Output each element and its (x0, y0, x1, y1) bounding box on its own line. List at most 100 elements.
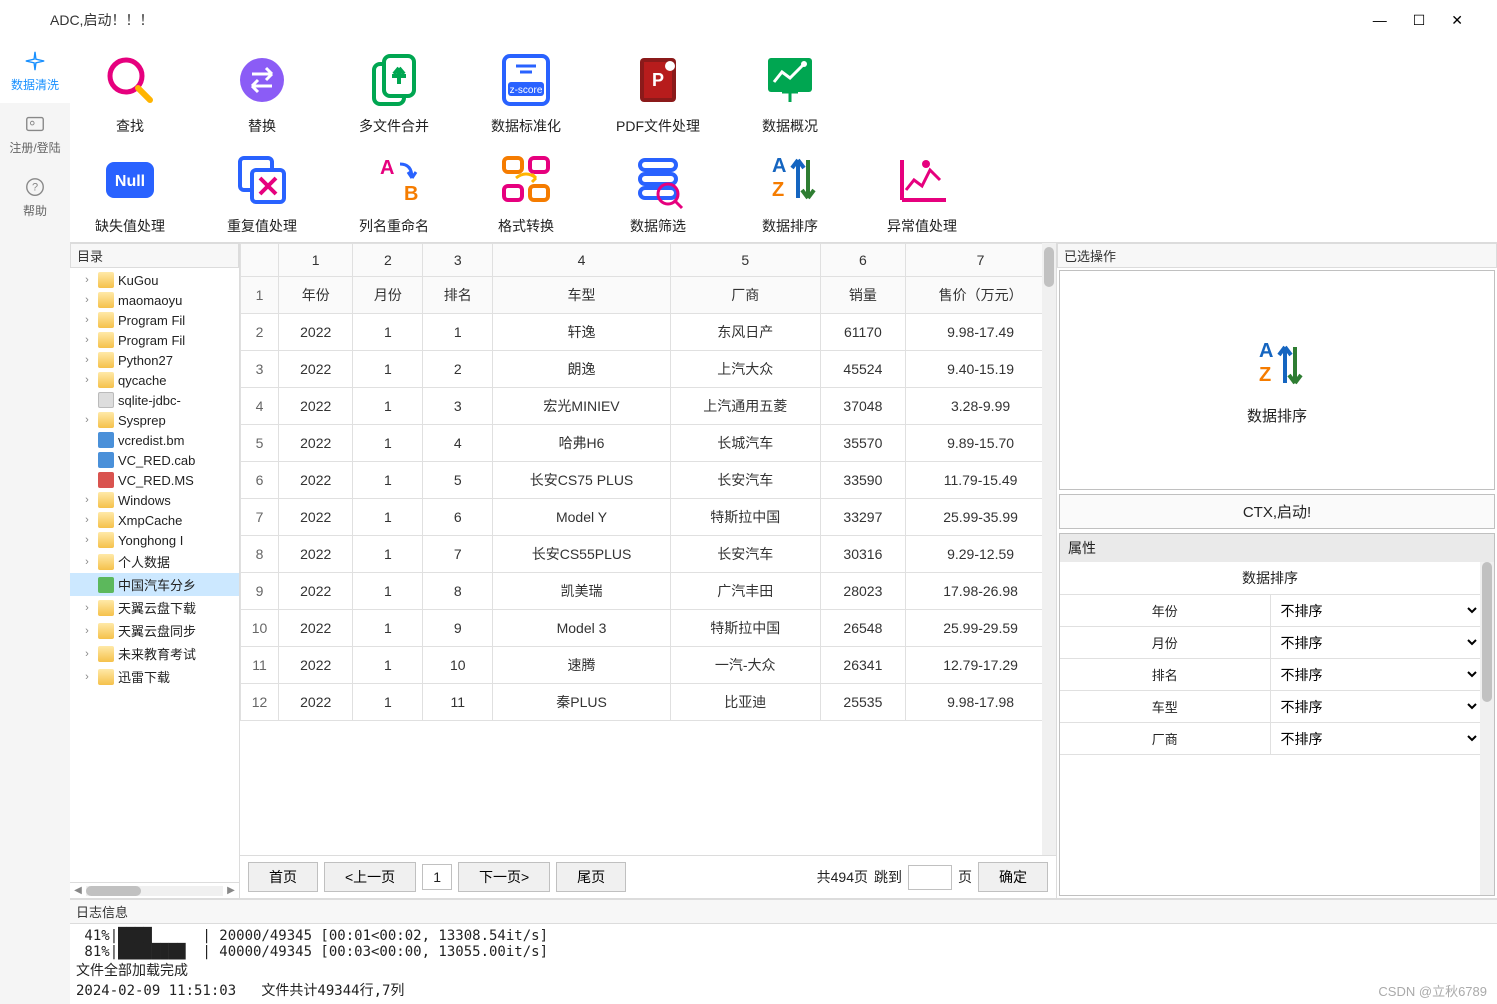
tree-item[interactable]: ›Yonghong I (70, 530, 239, 550)
property-select[interactable]: 不排序 (1271, 723, 1481, 754)
table-row[interactable]: 10202219Model 3特斯拉中国2654825.99-29.59 (241, 610, 1056, 647)
sidebar-item-login[interactable]: 注册/登陆 (0, 103, 70, 166)
sidebar-item-data-cleaning[interactable]: 数据清洗 (0, 40, 70, 103)
table-cell: 1 (353, 462, 423, 499)
properties-vscrollbar[interactable] (1480, 562, 1494, 895)
ribbon-merge-files[interactable]: 多文件合并 (354, 50, 434, 136)
ctx-launch-button[interactable]: CTX,启动! (1059, 494, 1495, 529)
tree-item[interactable]: ›KuGou (70, 270, 239, 290)
ribbon-dedup[interactable]: 重复值处理 (222, 150, 302, 236)
ribbon-sort[interactable]: AZ数据排序 (750, 150, 830, 236)
col-header[interactable]: 厂商 (670, 277, 820, 314)
svg-text:A: A (772, 155, 786, 177)
table-cell: 2022 (279, 388, 353, 425)
col-header[interactable]: 售价（万元） (906, 277, 1056, 314)
col-header[interactable]: 月份 (353, 277, 423, 314)
table-row[interactable]: 8202217长安CS55PLUS长安汽车303169.29-12.59 (241, 536, 1056, 573)
table-row[interactable]: 3202212朗逸上汽大众455249.40-15.19 (241, 351, 1056, 388)
col-header[interactable]: 排名 (423, 277, 493, 314)
tree-item[interactable]: ›迅雷下载 (70, 665, 239, 688)
tree-item[interactable]: ›未来教育考试 (70, 642, 239, 665)
jump-ok-button[interactable]: 确定 (978, 862, 1048, 892)
tree-item[interactable]: ›Sysprep (70, 410, 239, 430)
ribbon-overview[interactable]: 数据概况 (750, 50, 830, 136)
table-cell: Model 3 (493, 610, 671, 647)
table-cell: 11 (423, 684, 493, 721)
ribbon-pdf[interactable]: PPDF文件处理 (618, 50, 698, 136)
property-select[interactable]: 不排序 (1271, 659, 1481, 690)
selected-operation-label: 数据排序 (1247, 405, 1307, 426)
table-vscrollbar[interactable] (1042, 243, 1056, 855)
minimize-button[interactable]: — (1373, 12, 1387, 29)
properties-header: 属性 (1060, 534, 1494, 562)
sort-icon: AZ (760, 150, 820, 210)
last-page-button[interactable]: 尾页 (556, 862, 626, 892)
next-page-button[interactable]: 下一页> (458, 862, 550, 892)
total-pages-label: 共494页 (817, 867, 868, 887)
tree-item[interactable]: ›天翼云盘同步 (70, 619, 239, 642)
table-cell: 2022 (279, 351, 353, 388)
tree-item[interactable]: ›XmpCache (70, 510, 239, 530)
ribbon-zscore[interactable]: z-score数据标准化 (486, 50, 566, 136)
chevron-right-icon: › (80, 556, 94, 568)
ribbon-rename[interactable]: AB列名重命名 (354, 150, 434, 236)
property-select[interactable]: 不排序 (1271, 595, 1481, 626)
tree-item[interactable]: ›qycache (70, 370, 239, 390)
property-select[interactable]: 不排序 (1271, 627, 1481, 658)
tree-item[interactable]: ›Windows (70, 490, 239, 510)
tree-item[interactable]: ›Program Fil (70, 310, 239, 330)
col-header[interactable]: 年份 (279, 277, 353, 314)
table-row[interactable]: 9202218凯美瑞广汽丰田2802317.98-26.98 (241, 573, 1056, 610)
ribbon-find[interactable]: 查找 (90, 50, 170, 136)
ribbon-label: 替换 (248, 116, 276, 136)
tree-item[interactable]: ›Program Fil (70, 330, 239, 350)
title-bar: ADC,启动！！！ — ☐ ✕ (0, 0, 1497, 40)
property-label: 排名 (1060, 659, 1271, 690)
tree-hscrollbar[interactable]: ◀▶ (70, 882, 239, 898)
file-tree[interactable]: ›KuGou›maomaoyu›Program Fil›Program Fil›… (70, 268, 239, 882)
chevron-right-icon: › (80, 602, 94, 614)
tree-item[interactable]: ›个人数据 (70, 550, 239, 573)
first-page-button[interactable]: 首页 (248, 862, 318, 892)
table-row[interactable]: 2202211轩逸东风日产611709.98-17.49 (241, 314, 1056, 351)
table-row[interactable]: 6202215长安CS75 PLUS长安汽车3359011.79-15.49 (241, 462, 1056, 499)
table-cell: 28023 (820, 573, 906, 610)
table-cell: 朗逸 (493, 351, 671, 388)
tree-item[interactable]: sqlite-jdbc- (70, 390, 239, 410)
ribbon-outlier[interactable]: 异常值处理 (882, 150, 962, 236)
ribbon-replace[interactable]: 替换 (222, 50, 302, 136)
directory-header: 目录 (70, 243, 239, 268)
table-row[interactable]: 4202213宏光MINIEV上汽通用五菱370483.28-9.99 (241, 388, 1056, 425)
sidebar-item-help[interactable]: ? 帮助 (0, 166, 70, 229)
tree-item[interactable]: VC_RED.MS (70, 470, 239, 490)
table-row[interactable]: 122022111秦PLUS比亚迪255359.98-17.98 (241, 684, 1056, 721)
tree-item[interactable]: vcredist.bm (70, 430, 239, 450)
property-label: 厂商 (1060, 723, 1271, 754)
prev-page-button[interactable]: <上一页 (324, 862, 416, 892)
table-cell: 凯美瑞 (493, 573, 671, 610)
col-header[interactable]: 销量 (820, 277, 906, 314)
close-button[interactable]: ✕ (1451, 12, 1463, 29)
sparkle-icon (24, 50, 46, 72)
property-select[interactable]: 不排序 (1271, 691, 1481, 722)
property-label: 月份 (1060, 627, 1271, 658)
operations-header: 已选操作 (1057, 243, 1497, 268)
jump-page-input[interactable] (908, 865, 952, 890)
tree-item[interactable]: VC_RED.cab (70, 450, 239, 470)
ribbon-format[interactable]: 格式转换 (486, 150, 566, 236)
ribbon-toolbar: 查找替换 多文件合并 z-score数据标准化 PPDF文件处理数据概况 Null缺失… (70, 40, 1497, 242)
folder-icon (98, 412, 114, 428)
table-row[interactable]: 7202216Model Y特斯拉中国3329725.99-35.99 (241, 499, 1056, 536)
row-num: 6 (241, 462, 279, 499)
maximize-button[interactable]: ☐ (1413, 12, 1426, 29)
ribbon-null[interactable]: Null缺失值处理 (90, 150, 170, 236)
table-row[interactable]: 5202214哈弗H6长城汽车355709.89-15.70 (241, 425, 1056, 462)
tree-item[interactable]: 中国汽车分乡 (70, 573, 239, 596)
tree-item[interactable]: ›maomaoyu (70, 290, 239, 310)
data-table[interactable]: 12345671年份月份排名车型厂商销量售价（万元）2202211轩逸东风日产6… (240, 243, 1056, 721)
col-header[interactable]: 车型 (493, 277, 671, 314)
tree-item[interactable]: ›Python27 (70, 350, 239, 370)
table-row[interactable]: 112022110速腾一汽-大众2634112.79-17.29 (241, 647, 1056, 684)
tree-item[interactable]: ›天翼云盘下载 (70, 596, 239, 619)
ribbon-filter[interactable]: 数据筛选 (618, 150, 698, 236)
